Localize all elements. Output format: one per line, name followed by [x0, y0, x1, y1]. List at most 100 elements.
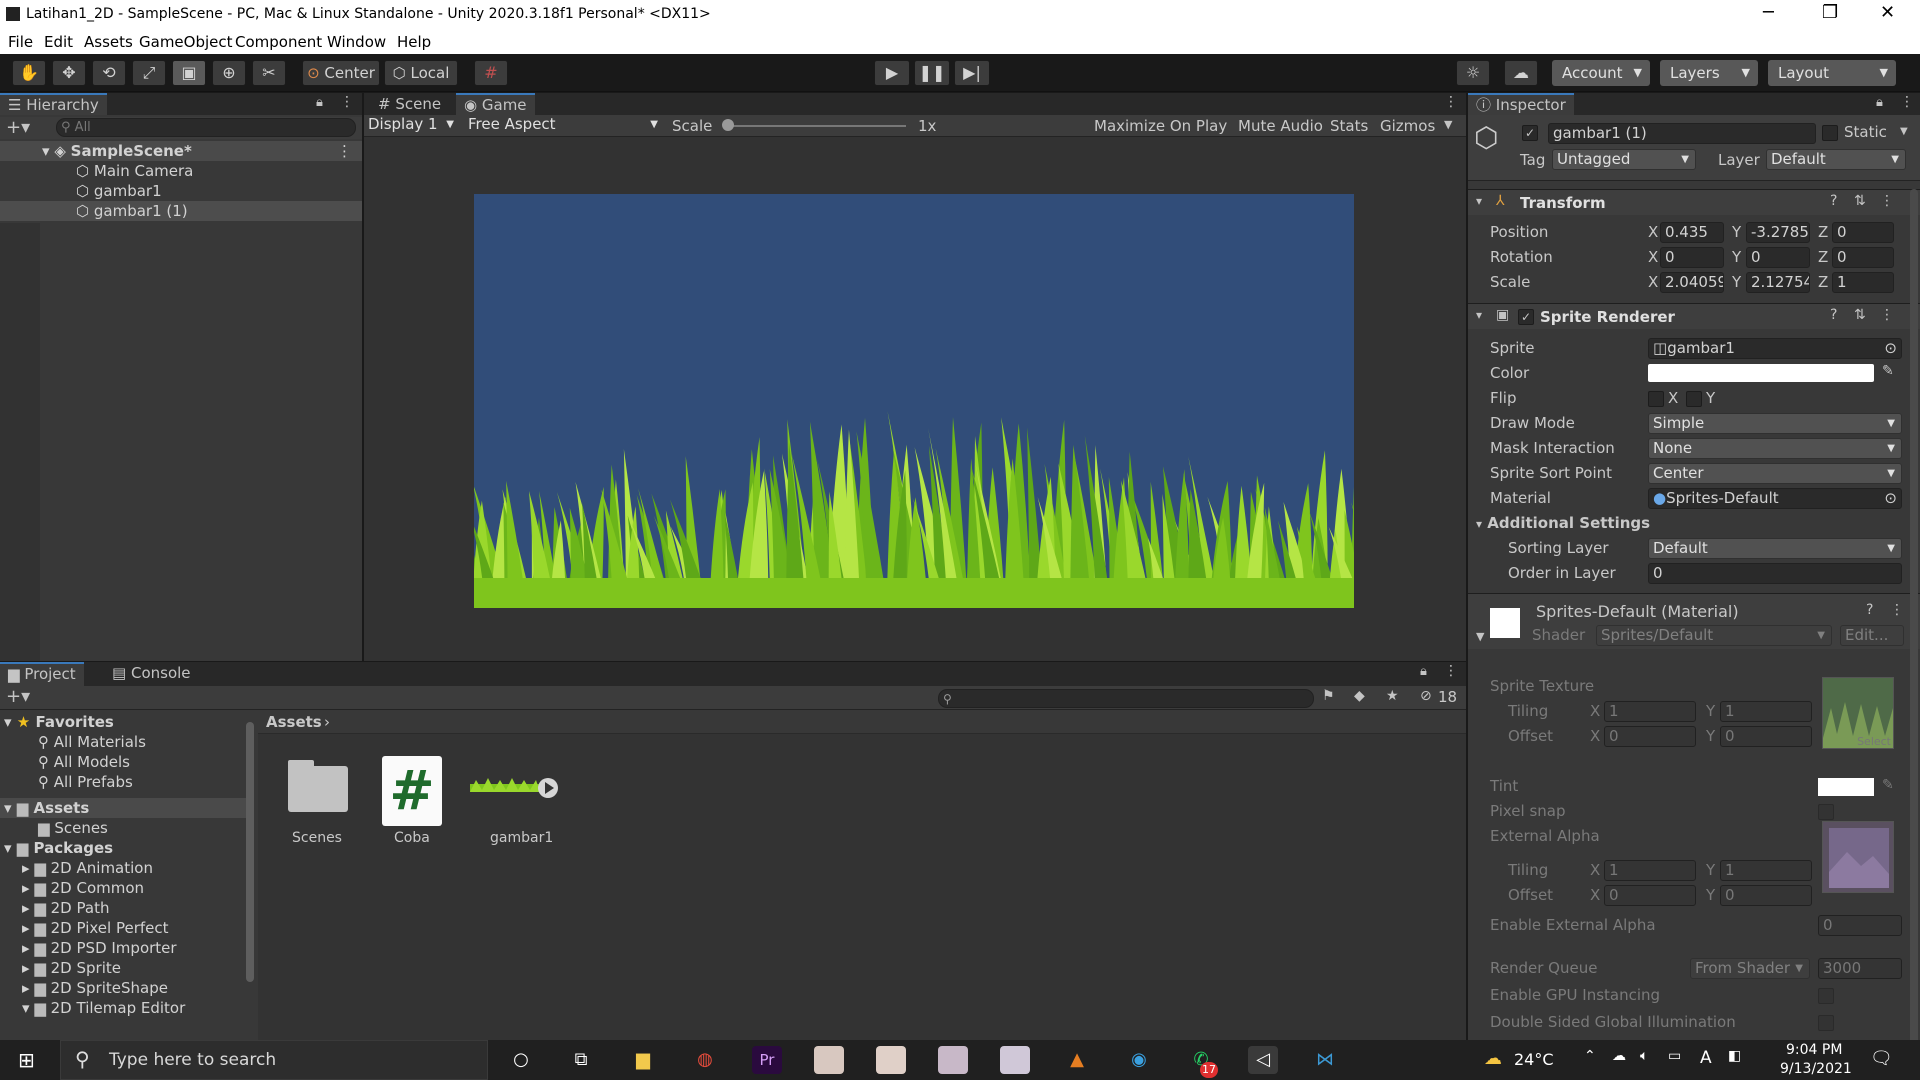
app-avatar-icon[interactable] — [938, 1046, 968, 1074]
package-item[interactable]: ▸ ▆ 2D Animation — [0, 858, 246, 878]
sprite-sort-point-dropdown[interactable]: Center ▼ — [1648, 463, 1902, 484]
object-picker-icon[interactable]: ⊙ — [1884, 339, 1897, 358]
eyedropper-icon[interactable]: ✎ — [1882, 363, 1894, 379]
render-queue-dropdown[interactable]: From Shader ▼ — [1690, 958, 1810, 979]
rotate-tool-icon[interactable]: ⟲ — [92, 60, 126, 86]
step-button[interactable]: ▶| — [954, 60, 990, 86]
cortana-icon[interactable]: ○ — [506, 1046, 536, 1074]
rotation-y-field[interactable]: 0 — [1746, 247, 1810, 268]
more-menu-icon[interactable]: ⋮ — [1880, 307, 1894, 323]
additional-settings-header[interactable]: ▾ Additional Settings — [1476, 514, 1650, 532]
file-explorer-icon[interactable]: ▆ — [628, 1046, 658, 1074]
chevron-down-icon[interactable]: ▼ — [1444, 118, 1452, 131]
help-icon[interactable]: ? — [1830, 193, 1837, 209]
network-icon[interactable]: ◧ — [1728, 1048, 1741, 1064]
project-search-input[interactable]: ⚲ — [938, 689, 1314, 708]
chevron-down-icon[interactable]: ▼ — [1900, 126, 1908, 137]
object-name-input[interactable]: gambar1 (1) — [1548, 123, 1816, 144]
tab-project[interactable]: ▆ Project — [0, 662, 84, 686]
gpu-instancing-checkbox[interactable] — [1818, 988, 1834, 1004]
game-viewport[interactable] — [474, 194, 1354, 608]
ime-icon[interactable]: A — [1700, 1048, 1712, 1068]
more-menu-icon[interactable]: ⋮ — [340, 94, 354, 110]
favorites-header[interactable]: ▾ ★ Favorites — [0, 712, 246, 732]
lock-icon[interactable]: 🔒︎ — [1876, 95, 1883, 110]
volume-icon[interactable]: 🔈︎ — [1640, 1048, 1648, 1064]
draw-mode-dropdown[interactable]: Simple ▼ — [1648, 413, 1902, 434]
assets-folder-row[interactable]: ▾ ▆ Assets — [0, 798, 246, 818]
sprite-texture-thumbnail[interactable]: Select — [1822, 677, 1894, 749]
tab-hierarchy[interactable]: ☰ Hierarchy — [0, 93, 107, 115]
menu-component[interactable]: Component — [235, 33, 322, 51]
position-y-field[interactable]: -3.2785 — [1746, 222, 1810, 243]
tab-scene[interactable]: # Scene — [370, 93, 449, 115]
preset-icon[interactable]: ⇅ — [1854, 307, 1866, 323]
menu-edit[interactable]: Edit — [44, 33, 73, 51]
scale-z-field[interactable]: 1 — [1832, 272, 1894, 293]
order-in-layer-field[interactable]: 0 — [1648, 563, 1902, 584]
vscode-icon[interactable]: ⋈ — [1310, 1046, 1340, 1074]
package-item[interactable]: ▸ ▆ 2D Sprite — [0, 958, 246, 978]
notifications-icon[interactable]: 🗨︎ — [1870, 1048, 1893, 1069]
ext-tiling-y-field[interactable]: 1 — [1720, 860, 1812, 881]
minimize-icon[interactable]: ─ — [1763, 2, 1774, 23]
grid-snap-icon[interactable]: # — [474, 60, 508, 86]
menu-help[interactable]: Help — [397, 33, 431, 51]
layout-dropdown[interactable]: Layout ▼ — [1768, 60, 1896, 86]
ext-offset-y-field[interactable]: 0 — [1720, 885, 1812, 906]
expand-arrow-icon[interactable]: ▼ — [1476, 630, 1484, 643]
weather-icon[interactable]: ☁ — [1484, 1048, 1502, 1069]
clock-date[interactable]: 9/13/2021 — [1780, 1061, 1852, 1077]
asset-tile[interactable]: # Coba — [372, 754, 452, 854]
add-icon[interactable]: +▾ — [6, 117, 30, 138]
dsgi-checkbox[interactable] — [1818, 1015, 1834, 1031]
pause-button[interactable]: ❚❚ — [914, 60, 950, 86]
space-local-button[interactable]: ⬡ Local — [384, 60, 458, 86]
more-menu-icon[interactable]: ⋮ — [1900, 94, 1914, 110]
tab-console[interactable]: ▤ Console — [104, 662, 199, 684]
filter-label-icon[interactable]: ◆ — [1354, 688, 1365, 704]
maximize-on-play-button[interactable]: Maximize On Play — [1094, 117, 1227, 135]
rect-tool-icon[interactable]: ▣ — [172, 60, 206, 86]
favorite-item[interactable]: ⚲ All Prefabs — [0, 772, 246, 792]
offset-x-field[interactable]: 0 — [1604, 726, 1696, 747]
edge-icon[interactable]: ◉ — [1124, 1046, 1154, 1074]
custom-tool-icon[interactable]: ✂ — [252, 60, 286, 86]
taskbar-search-box[interactable]: ⚲ Type here to search — [60, 1040, 488, 1080]
close-icon[interactable]: ✕ — [1880, 2, 1895, 23]
help-icon[interactable]: ? — [1830, 307, 1837, 323]
restore-icon[interactable]: ❐ — [1822, 2, 1838, 23]
hidden-packages-icon[interactable]: ⊘ — [1420, 688, 1432, 704]
mask-interaction-dropdown[interactable]: None ▼ — [1648, 438, 1902, 459]
hierarchy-item[interactable]: ⬡ gambar1 — [0, 181, 362, 201]
position-z-field[interactable]: 0 — [1832, 222, 1894, 243]
package-item[interactable]: ▸ ▆ 2D Common — [0, 878, 246, 898]
chrome-icon[interactable]: ◍ — [690, 1046, 720, 1074]
play-button[interactable]: ▶ — [874, 60, 910, 86]
asset-tile[interactable]: Scenes — [278, 754, 358, 854]
add-icon[interactable]: +▾ — [6, 686, 30, 707]
move-tool-icon[interactable]: ✥ — [52, 60, 86, 86]
lock-icon[interactable]: 🔒︎ — [316, 95, 323, 110]
lock-icon[interactable]: 🔒︎ — [1420, 664, 1427, 679]
tag-dropdown[interactable]: Untagged ▼ — [1552, 149, 1696, 170]
tab-inspector[interactable]: ⓘ Inspector — [1468, 93, 1574, 115]
package-item[interactable]: ▸ ▆ 2D Path — [0, 898, 246, 918]
hierarchy-item[interactable]: ⬡ Main Camera — [0, 161, 362, 181]
menu-file[interactable]: File — [8, 33, 33, 51]
transform-tool-icon[interactable]: ⊕ — [212, 60, 246, 86]
windows-start-icon[interactable]: ⊞ — [18, 1048, 35, 1072]
package-item[interactable]: ▾ ▆ 2D Tilemap Editor — [0, 998, 246, 1018]
scene-row[interactable]: ▾ ◈ SampleScene* ⋮ — [0, 141, 362, 161]
preset-icon[interactable]: ⇅ — [1854, 193, 1866, 209]
package-item[interactable]: ▸ ▆ 2D Pixel Perfect — [0, 918, 246, 938]
color-swatch[interactable] — [1648, 364, 1874, 382]
flip-x-checkbox[interactable] — [1648, 391, 1664, 407]
enable-external-alpha-field[interactable]: 0 — [1818, 915, 1902, 936]
scale-slider-handle[interactable] — [722, 119, 734, 131]
layers-dropdown[interactable]: Layers ▼ — [1660, 60, 1758, 86]
cloud-icon[interactable]: ☁ — [1504, 60, 1538, 86]
clock-time[interactable]: 9:04 PM — [1786, 1042, 1842, 1058]
more-menu-icon[interactable]: ⋮ — [1890, 602, 1904, 618]
battery-icon[interactable]: ▭ — [1668, 1048, 1681, 1064]
